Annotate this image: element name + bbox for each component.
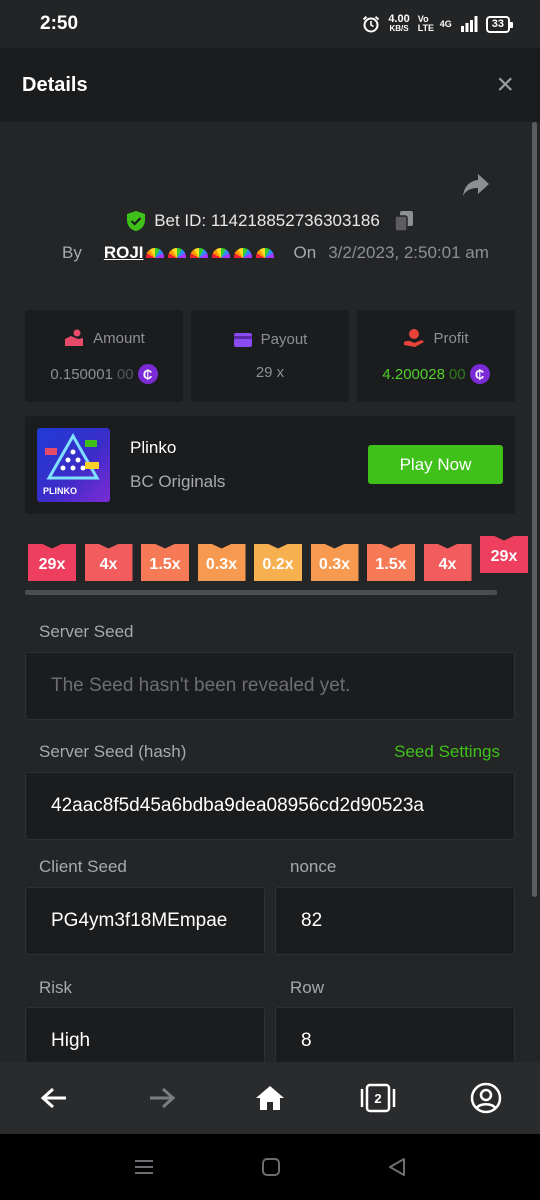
rainbow-emoji-icon <box>233 248 252 258</box>
rainbow-emoji-icon <box>211 248 230 258</box>
payout-label: Payout <box>260 331 308 348</box>
share-icon[interactable] <box>462 172 490 198</box>
by-label: By <box>62 243 82 262</box>
row-field[interactable]: 8 <box>275 1007 515 1062</box>
system-back-icon[interactable] <box>387 1157 407 1177</box>
bcd-coin-icon: ₵ <box>469 364 490 384</box>
bet-id-row: Bet ID: 114218852736303186 <box>0 210 540 232</box>
forward-button[interactable] <box>132 1068 192 1128</box>
payout-card: Payout 29 x <box>191 310 349 402</box>
back-button[interactable] <box>24 1068 84 1128</box>
multiplier-chip: 0.3x <box>197 544 246 581</box>
client-seed-label: Client Seed <box>39 857 127 876</box>
thumbnail-label: PLINKO <box>43 486 78 496</box>
risk-field[interactable]: High <box>25 1007 265 1062</box>
status-time: 2:50 <box>40 13 79 34</box>
status-icons: 4.00 KB/S Vo LTE 4G 33 <box>362 13 514 34</box>
close-icon[interactable]: × <box>496 70 514 100</box>
home-button[interactable] <box>240 1068 300 1128</box>
bet-stats: Amount 0.150001 00 ₵ Payout 29 x Profit … <box>25 310 515 402</box>
nonce-label: nonce <box>290 857 337 876</box>
rainbow-emoji-icon <box>255 248 274 258</box>
client-seed-field[interactable]: PG4ym3f18MEmpae <box>25 887 265 955</box>
amount-label: Amount <box>93 329 145 347</box>
server-seed-label: Server Seed <box>39 622 134 641</box>
multiplier-chip: 0.3x <box>310 544 359 581</box>
game-card: PLINKO Plinko BC Originals Play Now <box>25 416 515 514</box>
multiplier-chip: 29x <box>28 544 76 581</box>
play-now-button[interactable]: Play Now <box>368 445 503 484</box>
bcd-coin-icon: ₵ <box>137 364 158 384</box>
scrollbar[interactable] <box>532 122 537 897</box>
multiplier-chip: 1.5x <box>141 544 189 581</box>
profit-icon <box>404 329 425 347</box>
bet-date: 3/2/2023, 2:50:01 am <box>328 243 489 262</box>
network-speed: 4.00 KB/S <box>388 13 410 34</box>
details-content: Bet ID: 114218852736303186 By ROJI On 3/… <box>0 122 540 1062</box>
on-label: On <box>293 243 317 262</box>
nonce-field[interactable]: 82 <box>275 887 515 955</box>
profit-label: Profit <box>433 329 469 347</box>
verified-shield-icon <box>127 211 146 231</box>
game-name: Plinko <box>130 438 177 457</box>
risk-label: Risk <box>39 978 73 997</box>
recents-menu-icon[interactable] <box>133 1158 155 1176</box>
copy-icon[interactable] <box>394 210 414 232</box>
multiplier-chip: 1.5x <box>367 544 415 581</box>
network-type: 4G <box>439 19 452 29</box>
game-provider: BC Originals <box>130 472 226 491</box>
multiplier-row: 29x 4x 1.5x 0.3x 0.2x 0.3x 1.5x 4x 29x <box>28 536 528 581</box>
system-nav-bar <box>0 1134 540 1200</box>
status-bar: 2:50 4.00 KB/S Vo LTE 4G 33 <box>0 0 540 48</box>
account-button[interactable] <box>456 1068 516 1128</box>
amount-icon <box>65 329 84 346</box>
rainbow-emoji-icon <box>189 248 208 258</box>
payout-value: 29 x <box>255 364 285 381</box>
horizontal-scrollbar[interactable] <box>25 590 497 595</box>
forward-arrow-icon <box>150 1087 176 1109</box>
details-header: Details × <box>0 48 540 122</box>
account-icon <box>470 1082 502 1114</box>
profit-card: Profit 4.200028 00 ₵ <box>357 310 515 402</box>
profit-value: 4.200028 00 ₵ <box>382 364 490 384</box>
tabs-count: 2 <box>374 1090 382 1106</box>
volte-indicator: Vo LTE <box>417 14 435 33</box>
system-home-icon[interactable] <box>261 1157 281 1177</box>
server-seed-hash-label: Server Seed (hash) <box>39 742 187 761</box>
browser-bottom-nav: 2 <box>0 1062 540 1134</box>
server-seed-hash-field[interactable]: 42aac8f5d45a6bdba9dea08956cd2d90523a <box>25 772 515 840</box>
rainbow-emoji-icon <box>167 248 186 258</box>
back-arrow-icon <box>40 1087 66 1109</box>
bet-author-row: By ROJI On 3/2/2023, 2:50:01 am <box>62 243 489 263</box>
tabs-button[interactable]: 2 <box>348 1068 408 1128</box>
page-title: Details <box>22 73 88 96</box>
rainbow-emoji-icon <box>145 248 164 258</box>
bet-id: Bet ID: 114218852736303186 <box>154 211 380 230</box>
server-seed-field[interactable]: The Seed hasn't been revealed yet. <box>25 652 515 720</box>
alarm-icon <box>363 16 380 33</box>
signal-icon <box>460 16 478 32</box>
seed-settings-link[interactable]: Seed Settings <box>394 742 500 762</box>
multiplier-chip: 4x <box>423 544 472 581</box>
amount-value: 0.150001 00 ₵ <box>50 364 158 384</box>
multiplier-chip: 0.2x <box>254 544 302 581</box>
game-thumbnail[interactable]: PLINKO <box>37 428 110 502</box>
multiplier-chip: 4x <box>84 544 133 581</box>
payout-icon <box>233 332 252 347</box>
amount-card: Amount 0.150001 00 ₵ <box>25 310 183 402</box>
home-icon <box>256 1086 284 1110</box>
username: ROJI <box>103 243 144 262</box>
battery-icon: 33 <box>485 15 514 33</box>
user-link[interactable]: ROJI <box>104 243 276 263</box>
multiplier-chip: 29x <box>480 536 528 573</box>
row-label: Row <box>290 978 325 997</box>
